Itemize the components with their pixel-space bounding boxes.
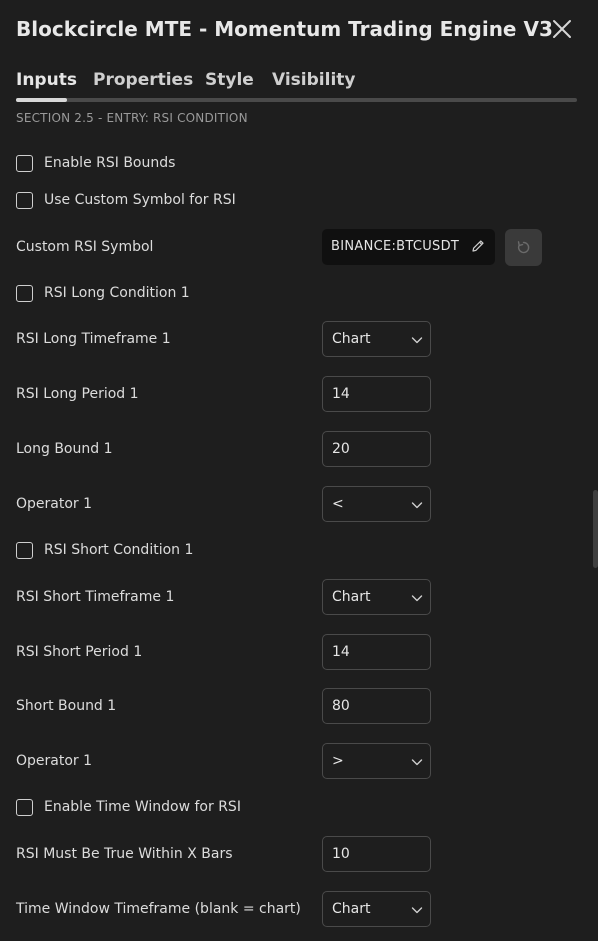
tab-visibility[interactable]: Visibility xyxy=(272,66,356,94)
section-title: SECTION 2.5 - ENTRY: RSI CONDITION xyxy=(16,111,248,125)
input-value: 80 xyxy=(332,698,350,714)
rsi-short-condition-1-label: RSI Short Condition 1 xyxy=(44,542,194,558)
chevron-down-icon xyxy=(411,759,423,766)
chevron-down-icon xyxy=(411,502,423,509)
short-operator-1-select[interactable]: > xyxy=(322,743,431,779)
tab-properties[interactable]: Properties xyxy=(93,66,193,94)
short-operator-1-label: Operator 1 xyxy=(16,753,93,769)
rsi-short-timeframe-1-label: RSI Short Timeframe 1 xyxy=(16,589,175,605)
select-value: < xyxy=(332,496,344,512)
symbol-input[interactable]: BINANCE:BTCUSDT xyxy=(322,229,495,265)
tab-style[interactable]: Style xyxy=(205,66,254,94)
rsi-within-x-bars-input[interactable]: 10 xyxy=(322,836,431,872)
long-operator-1-select[interactable]: < xyxy=(322,486,431,522)
close-button[interactable] xyxy=(548,15,576,43)
enable-time-window-label: Enable Time Window for RSI xyxy=(44,799,241,815)
rsi-long-period-1-input[interactable]: 14 xyxy=(322,376,431,412)
enable-rsi-bounds-checkbox[interactable] xyxy=(16,155,33,172)
rsi-long-timeframe-1-select[interactable]: Chart xyxy=(322,321,431,357)
input-value: 14 xyxy=(332,386,350,402)
tab-inputs[interactable]: Inputs xyxy=(16,66,77,94)
rsi-long-timeframe-1-label: RSI Long Timeframe 1 xyxy=(16,331,171,347)
close-icon xyxy=(553,20,571,38)
dialog-title: Blockcircle MTE - Momentum Trading Engin… xyxy=(16,17,553,41)
rsi-short-period-1-input[interactable]: 14 xyxy=(322,634,431,670)
input-value: 20 xyxy=(332,441,350,457)
rsi-short-period-1-label: RSI Short Period 1 xyxy=(16,644,143,660)
select-value: Chart xyxy=(332,589,371,605)
tab-track xyxy=(16,98,577,102)
symbol-value: BINANCE:BTCUSDT xyxy=(331,239,460,254)
chevron-down-icon xyxy=(411,595,423,602)
use-custom-symbol-label: Use Custom Symbol for RSI xyxy=(44,192,236,208)
time-window-timeframe-select[interactable]: Chart xyxy=(322,891,431,927)
rsi-long-period-1-label: RSI Long Period 1 xyxy=(16,386,139,402)
time-window-timeframe-label: Time Window Timeframe (blank = chart) xyxy=(16,901,301,917)
rsi-short-condition-1-checkbox[interactable] xyxy=(16,542,33,559)
reset-button[interactable] xyxy=(505,229,542,266)
use-custom-symbol-checkbox[interactable] xyxy=(16,192,33,209)
chevron-down-icon xyxy=(411,907,423,914)
enable-time-window-checkbox[interactable] xyxy=(16,799,33,816)
custom-rsi-symbol-label: Custom RSI Symbol xyxy=(16,239,154,255)
rsi-long-condition-1-label: RSI Long Condition 1 xyxy=(44,285,190,301)
short-bound-1-input[interactable]: 80 xyxy=(322,688,431,724)
pencil-icon[interactable] xyxy=(471,239,485,253)
rsi-within-x-bars-label: RSI Must Be True Within X Bars xyxy=(16,846,233,862)
chevron-down-icon xyxy=(411,337,423,344)
select-value: > xyxy=(332,753,344,769)
input-value: 10 xyxy=(332,846,350,862)
long-operator-1-label: Operator 1 xyxy=(16,496,93,512)
select-value: Chart xyxy=(332,331,371,347)
scrollbar-thumb[interactable] xyxy=(593,490,598,568)
reset-icon xyxy=(517,241,530,254)
input-value: 14 xyxy=(332,644,350,660)
short-bound-1-label: Short Bound 1 xyxy=(16,698,117,714)
long-bound-1-input[interactable]: 20 xyxy=(322,431,431,467)
active-tab-indicator xyxy=(16,98,67,102)
rsi-long-condition-1-checkbox[interactable] xyxy=(16,285,33,302)
rsi-short-timeframe-1-select[interactable]: Chart xyxy=(322,579,431,615)
long-bound-1-label: Long Bound 1 xyxy=(16,441,113,457)
select-value: Chart xyxy=(332,901,371,917)
enable-rsi-bounds-label: Enable RSI Bounds xyxy=(44,155,176,171)
